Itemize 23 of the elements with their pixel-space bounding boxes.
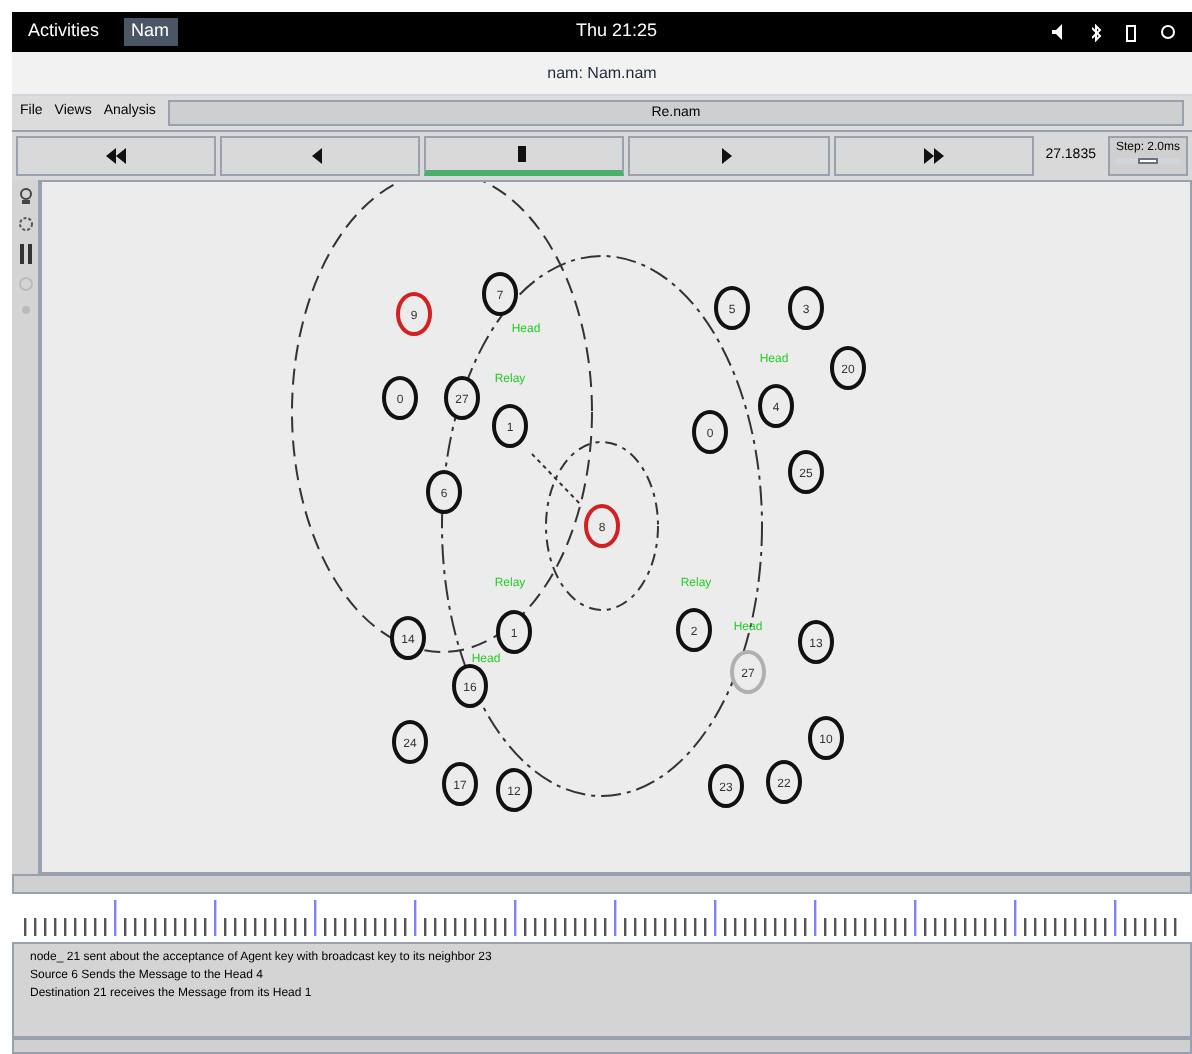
activities-label[interactable]: Activities	[28, 18, 100, 46]
step-back-button[interactable]	[220, 136, 421, 176]
window-title: nam: Nam.nam	[547, 61, 657, 85]
clock: Thu 21:25	[576, 18, 658, 45]
circle-icon[interactable]	[17, 276, 33, 292]
fast-rewind-button[interactable]	[16, 136, 217, 176]
fast-forward-button[interactable]	[833, 136, 1034, 176]
double-left-triangle-icon	[106, 148, 127, 164]
power-icon[interactable]	[1160, 24, 1176, 40]
double-right-triangle-icon	[923, 148, 944, 164]
volume-icon[interactable]	[1052, 24, 1068, 40]
packet-path	[531, 453, 583, 507]
bars-icon[interactable]	[17, 244, 33, 264]
horizontal-scrollbar[interactable]	[12, 874, 1192, 894]
battery-icon[interactable]	[1126, 23, 1136, 41]
zoom-in-icon[interactable]	[17, 188, 33, 204]
dot-icon[interactable]	[19, 304, 31, 316]
app-name[interactable]: Nam	[123, 18, 178, 46]
slider-thumb[interactable]	[1138, 158, 1158, 164]
bluetooth-icon[interactable]	[1092, 23, 1102, 41]
log-scrollbar[interactable]	[12, 1038, 1192, 1054]
play-button[interactable]	[628, 136, 830, 176]
stop-button[interactable]	[424, 136, 625, 176]
